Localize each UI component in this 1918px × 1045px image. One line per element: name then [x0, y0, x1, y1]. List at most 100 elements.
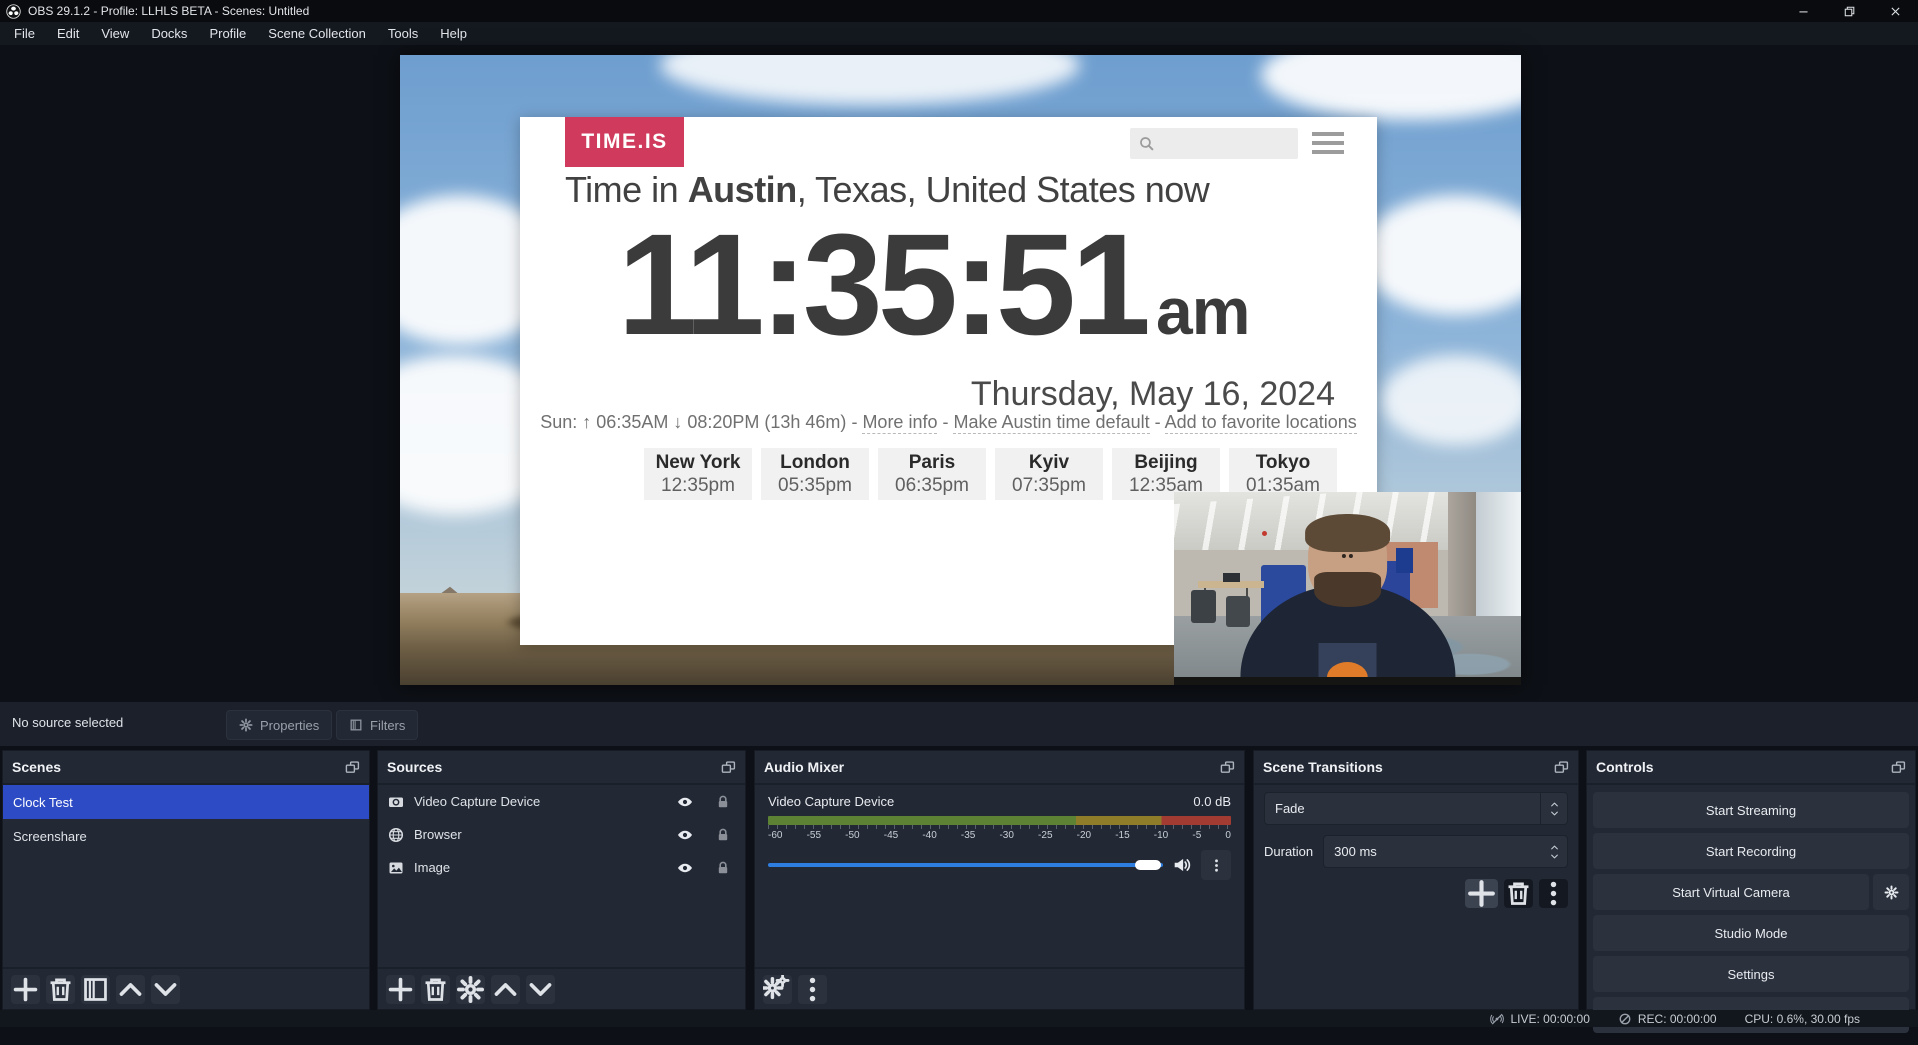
chevron-up-icon — [1549, 800, 1560, 809]
source-label: Video Capture Device — [414, 794, 667, 809]
duration-value: 300 ms — [1324, 844, 1541, 859]
transition-select[interactable]: Fade — [1264, 792, 1568, 825]
menu-tools[interactable]: Tools — [377, 22, 429, 45]
popout-icon[interactable] — [721, 760, 736, 775]
chevron-down-button[interactable] — [151, 975, 180, 1004]
properties-button[interactable]: Properties — [226, 710, 332, 740]
city-kyiv[interactable]: Kyiv07:35pm — [995, 448, 1103, 500]
scenes-panel: Scenes Clock TestScreenshare — [2, 750, 370, 1010]
chevron-up-button[interactable] — [491, 975, 520, 1004]
webcam-overlay[interactable] — [1174, 492, 1521, 685]
menu-file[interactable]: File — [3, 22, 46, 45]
cloud — [1381, 355, 1521, 445]
source-label: Image — [414, 860, 667, 875]
close-icon[interactable] — [1872, 0, 1918, 22]
city-name: New York — [656, 452, 741, 474]
gear-button[interactable] — [456, 975, 485, 1004]
trash-button[interactable] — [1504, 879, 1533, 908]
dots-vertical-button[interactable] — [798, 975, 827, 1004]
source-row-image[interactable]: Image — [378, 851, 745, 884]
source-row-browser[interactable]: Browser — [378, 818, 745, 851]
filters-button[interactable]: Filters — [336, 710, 418, 740]
speaker-icon[interactable] — [1173, 856, 1191, 874]
link-make-austin-time-default[interactable]: Make Austin time default — [953, 412, 1149, 434]
db-tick-label: -20 — [1077, 830, 1091, 841]
start-streaming-button[interactable]: Start Streaming — [1593, 792, 1909, 828]
volume-slider[interactable] — [768, 863, 1163, 867]
plus-button[interactable] — [1465, 879, 1498, 908]
timeis-logo[interactable]: TIME.IS — [565, 117, 684, 167]
scene-item-clock-test[interactable]: Clock Test — [3, 785, 369, 819]
timeis-date: Thursday, May 16, 2024 — [971, 375, 1335, 414]
db-tick-label: -50 — [845, 830, 859, 841]
lock-icon — [715, 827, 731, 843]
cpu-status: CPU: 0.6%, 30.00 fps — [1745, 1012, 1860, 1026]
popout-icon[interactable] — [1554, 760, 1569, 775]
menu-help[interactable]: Help — [429, 22, 478, 45]
title-bar: OBS 29.1.2 - Profile: LLHLS BETA - Scene… — [0, 0, 1918, 22]
menu-edit[interactable]: Edit — [46, 22, 90, 45]
city-paris[interactable]: Paris06:35pm — [878, 448, 986, 500]
gear-double-button[interactable] — [763, 975, 792, 1004]
dock-area: Scenes Clock TestScreenshare Sources Vid… — [0, 750, 1918, 1010]
plus-button[interactable] — [11, 975, 40, 1004]
dots-vertical-button[interactable] — [1539, 879, 1568, 908]
popout-icon[interactable] — [1891, 760, 1906, 775]
scene-item-screenshare[interactable]: Screenshare — [3, 819, 369, 853]
popout-icon[interactable] — [1220, 760, 1235, 775]
city-london[interactable]: London05:35pm — [761, 448, 869, 500]
popout-icon[interactable] — [345, 760, 360, 775]
source-toolbar: No source selected Properties Filters — [0, 702, 1918, 746]
image-icon — [388, 860, 404, 876]
transition-select-arrows[interactable] — [1540, 793, 1567, 824]
virtual-camera-config-button[interactable] — [1873, 874, 1909, 910]
scene-transitions-panel: Scene Transitions Fade Duration 300 ms — [1253, 750, 1579, 1010]
volume-slider-handle[interactable] — [1135, 860, 1161, 870]
hamburger-menu-icon[interactable] — [1312, 132, 1344, 154]
city-name: Tokyo — [1256, 452, 1311, 474]
chevron-up-button[interactable] — [116, 975, 145, 1004]
obs-logo-icon — [6, 4, 21, 19]
scene-transitions-header: Scene Transitions — [1254, 751, 1578, 785]
eye-icon — [677, 827, 693, 843]
trash-button[interactable] — [421, 975, 450, 1004]
studio-mode-button[interactable]: Studio Mode — [1593, 915, 1909, 951]
duration-spinbox[interactable]: 300 ms — [1323, 835, 1568, 868]
city-new-york[interactable]: New York12:35pm — [644, 448, 752, 500]
start-recording-button[interactable]: Start Recording — [1593, 833, 1909, 869]
program-canvas[interactable]: TIME.IS Time in Austin, Texas, United St… — [400, 55, 1521, 685]
filters-button[interactable] — [81, 975, 110, 1004]
trash-button[interactable] — [46, 975, 75, 1004]
city-time: 07:35pm — [1012, 475, 1086, 497]
chevron-down-button[interactable] — [526, 975, 555, 1004]
menu-view[interactable]: View — [90, 22, 140, 45]
settings-button[interactable]: Settings — [1593, 956, 1909, 992]
timeis-ampm: am — [1156, 274, 1249, 348]
search-icon — [1138, 135, 1155, 152]
start-virtual-camera-button[interactable]: Start Virtual Camera — [1593, 874, 1869, 910]
no-source-status: No source selected — [12, 715, 123, 730]
transitions-toolbar — [1264, 879, 1568, 908]
menu-scene-collection[interactable]: Scene Collection — [257, 22, 377, 45]
menu-profile[interactable]: Profile — [198, 22, 257, 45]
mixer-channel-label: Video Capture Device — [768, 794, 894, 809]
dots-vertical-icon — [1209, 858, 1224, 873]
menu-docks[interactable]: Docks — [140, 22, 198, 45]
status-bar: LIVE: 00:00:00 REC: 00:00:00 CPU: 0.6%, … — [0, 1010, 1918, 1027]
db-tick-label: -60 — [768, 830, 782, 841]
link-add-to-favorite-locations[interactable]: Add to favorite locations — [1165, 412, 1357, 434]
scenes-toolbar — [3, 967, 369, 1009]
timeis-clock: 11:35:51 — [618, 204, 1146, 365]
duration-spin-arrows[interactable] — [1541, 836, 1567, 867]
timeis-search-input[interactable] — [1130, 128, 1298, 159]
globe-icon — [388, 827, 404, 843]
plus-button[interactable] — [386, 975, 415, 1004]
chevron-up-icon — [1549, 843, 1560, 852]
minimize-icon[interactable] — [1780, 0, 1826, 22]
mixer-channel-menu-button[interactable] — [1201, 850, 1231, 880]
mixer-toolbar — [755, 967, 1244, 1009]
link-more-info[interactable]: More info — [862, 412, 937, 434]
restore-icon[interactable] — [1826, 0, 1872, 22]
volume-meter — [768, 816, 1231, 825]
source-row-video-capture-device[interactable]: Video Capture Device — [378, 785, 745, 818]
